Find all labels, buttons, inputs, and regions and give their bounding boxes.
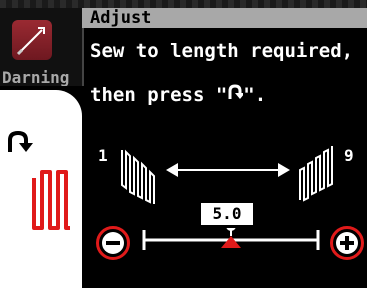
long-stitch-pattern bbox=[299, 146, 333, 202]
sewing-machine-screen: Darning Adjust Sew to length required, t… bbox=[0, 0, 367, 288]
page-title: Adjust bbox=[90, 8, 152, 28]
scale-max-label: 9 bbox=[344, 146, 354, 165]
darning-pattern-icon bbox=[32, 170, 70, 230]
decrease-length-button[interactable] bbox=[96, 226, 130, 260]
plus-icon bbox=[336, 232, 358, 254]
stitch-length-value: 5.0 bbox=[198, 200, 256, 228]
length-arrow bbox=[166, 163, 290, 177]
top-status-strip bbox=[0, 0, 367, 8]
increase-length-button[interactable] bbox=[330, 226, 364, 260]
title-bar: Adjust bbox=[82, 8, 367, 28]
short-stitch-pattern bbox=[121, 149, 155, 204]
tab-darning-label: Darning bbox=[2, 68, 70, 86]
instruction-line-1: Sew to length required, bbox=[90, 40, 354, 62]
stitch-length-diagram bbox=[121, 146, 333, 250]
darning-category-icon bbox=[12, 20, 52, 60]
reverse-stitch-icon bbox=[8, 130, 33, 152]
minus-icon bbox=[102, 232, 124, 254]
tab-darning[interactable]: Darning bbox=[0, 8, 84, 86]
scale-min-label: 1 bbox=[98, 146, 108, 165]
